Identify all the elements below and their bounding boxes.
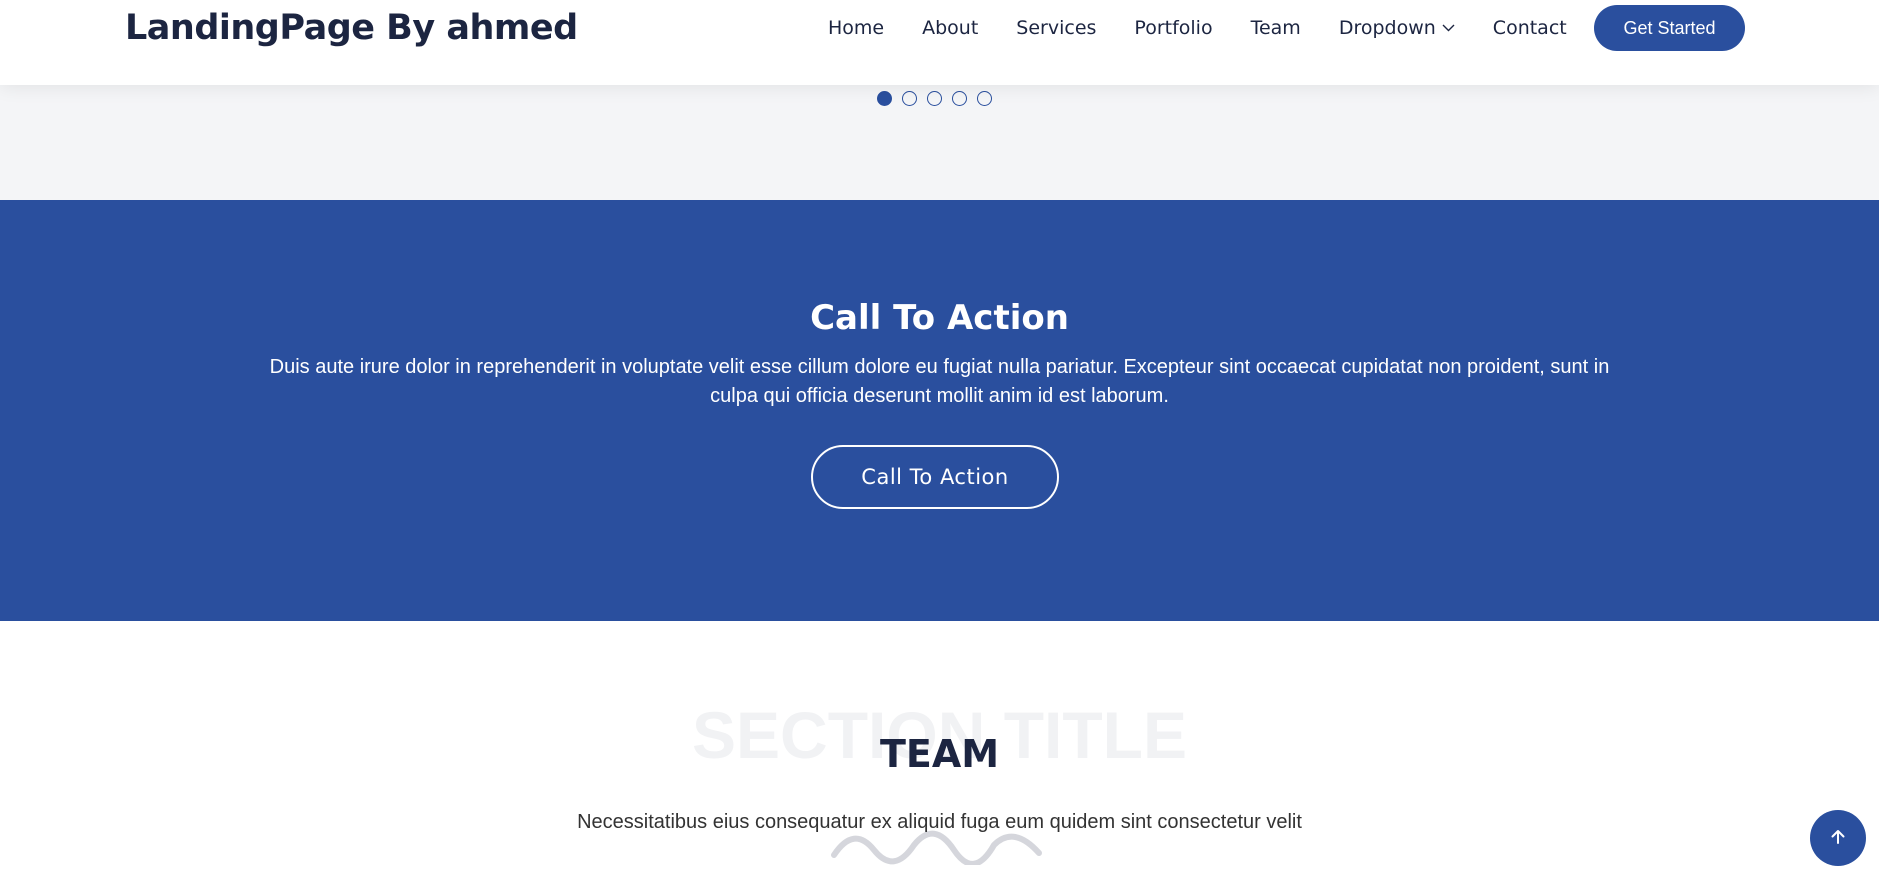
watermark-logo (824, 805, 1054, 867)
chevron-down-icon (1442, 24, 1455, 32)
cta-description: Duis aute irure dolor in reprehenderit i… (269, 356, 1610, 407)
get-started-button[interactable]: Get Started (1594, 5, 1745, 51)
nav-home[interactable]: Home (828, 17, 884, 39)
team-title: TEAM (879, 732, 1000, 776)
slider-pagination (877, 91, 1002, 106)
back-to-top-button[interactable] (1810, 810, 1866, 866)
slider-dot[interactable] (902, 91, 917, 106)
slider-dot[interactable] (927, 91, 942, 106)
nav-dropdown-label: Dropdown (1338, 17, 1436, 39)
slider-dot[interactable] (977, 91, 992, 106)
site-header: LandingPage By ahmed Home About Services… (0, 0, 1879, 85)
slider-dot[interactable] (952, 91, 967, 106)
nav-services[interactable]: Services (1016, 17, 1096, 39)
slider-dot[interactable] (877, 91, 892, 106)
main-nav: Home About Services Portfolio Team Dropd… (828, 0, 1605, 56)
nav-dropdown[interactable]: Dropdown (1339, 17, 1455, 39)
call-to-action-section: Call To Action Duis aute irure dolor in … (0, 200, 1879, 621)
call-to-action-button[interactable]: Call To Action (811, 445, 1059, 509)
nav-about[interactable]: About (922, 17, 978, 39)
nav-portfolio[interactable]: Portfolio (1134, 17, 1212, 39)
nav-team[interactable]: Team (1251, 17, 1301, 39)
site-logo[interactable]: LandingPage By ahmed (125, 6, 578, 50)
cta-title: Call To Action (810, 298, 1069, 338)
nav-contact[interactable]: Contact (1493, 17, 1567, 39)
arrow-up-icon (1828, 827, 1848, 850)
